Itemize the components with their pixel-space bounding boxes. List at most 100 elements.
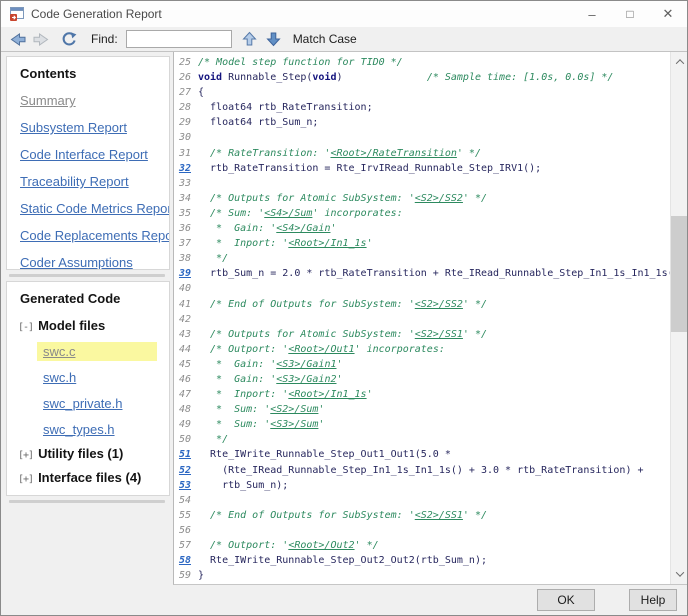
- scrollbar-thumb[interactable]: [671, 216, 687, 332]
- refresh-button[interactable]: [58, 29, 78, 49]
- line-number: 27: [174, 85, 198, 100]
- line-number-link[interactable]: 53: [174, 478, 198, 493]
- model-element-link[interactable]: <S3>/Gain1: [276, 359, 336, 370]
- line-number: 59: [174, 568, 198, 583]
- file-link-swc-h[interactable]: swc.h: [37, 368, 157, 387]
- match-case-toggle[interactable]: Match Case: [293, 32, 357, 46]
- expander-icon[interactable]: [-]: [18, 322, 33, 333]
- code-segment: ' */: [463, 510, 487, 521]
- model-element-link[interactable]: <S2>/SS1: [415, 510, 463, 521]
- code-segment: ': [337, 374, 343, 385]
- contents-link-code-interface-report[interactable]: Code Interface Report: [20, 147, 160, 162]
- code-segment: /* Outport: ': [198, 344, 288, 355]
- line-number-link[interactable]: 51: [174, 447, 198, 462]
- close-button[interactable]: ✕: [649, 1, 687, 27]
- model-element-link[interactable]: <Root>/In1_1s: [288, 389, 366, 400]
- code-segment: ': [367, 238, 373, 249]
- code-line-36: 36 * Gain: '<S4>/Gain': [174, 221, 687, 236]
- code-segment: /* Outputs for Atomic SubSystem: ': [198, 329, 415, 340]
- expander-icon[interactable]: [+]: [18, 474, 33, 485]
- line-number: 28: [174, 100, 198, 115]
- code-segment: ': [318, 404, 324, 415]
- model-element-link[interactable]: <S2>/SS2: [415, 193, 463, 204]
- tree-group-utility-files-1: [+]Utility files (1): [18, 446, 160, 461]
- model-element-link[interactable]: <Root>/Out1: [288, 344, 354, 355]
- contents-link-traceability-report[interactable]: Traceability Report: [20, 174, 160, 189]
- code-line-51: 51 Rte_IWrite_Runnable_Step_Out1_Out1(5.…: [174, 447, 687, 462]
- code-line-46: 46 * Gain: '<S3>/Gain2': [174, 372, 687, 387]
- code-line-50: 50 */: [174, 432, 687, 447]
- maximize-button[interactable]: □: [611, 1, 649, 27]
- line-number: 57: [174, 538, 198, 553]
- contents-link-summary[interactable]: Summary: [20, 93, 160, 108]
- ok-button[interactable]: OK: [537, 589, 595, 611]
- line-number-link[interactable]: 52: [174, 463, 198, 478]
- model-element-link[interactable]: <S4>/Sum: [264, 208, 312, 219]
- contents-link-code-replacements-report[interactable]: Code Replacements Report: [20, 228, 160, 243]
- file-link-swc-c[interactable]: swc.c: [37, 342, 157, 361]
- vertical-scrollbar[interactable]: [670, 52, 687, 584]
- code-segment: Rte_IWrite_Runnable_Step_Out2_Out2(rtb_S…: [198, 555, 487, 566]
- code-segment: ' */: [463, 193, 487, 204]
- line-number: 41: [174, 297, 198, 312]
- sidebar-splitter-bottom[interactable]: [9, 500, 165, 503]
- minimize-button[interactable]: –: [573, 1, 611, 27]
- code-line-26: 26void Runnable_Step(void) /* Sample tim…: [174, 70, 687, 85]
- code-segment: ': [337, 359, 343, 370]
- scroll-up-button[interactable]: [671, 54, 687, 70]
- code-segment: * Sum: ': [198, 419, 270, 430]
- contents-link-static-code-metrics-report[interactable]: Static Code Metrics Report: [20, 201, 160, 216]
- line-number-link[interactable]: 32: [174, 161, 198, 176]
- model-element-link[interactable]: <Root>/In1_1s: [288, 238, 366, 249]
- code-text: (Rte_IRead_Runnable_Step_In1_1s_In1_1s()…: [198, 463, 644, 478]
- expander-icon[interactable]: [+]: [18, 450, 33, 461]
- find-input[interactable]: [126, 30, 232, 48]
- code-line-41: 41 /* End of Outputs for SubSystem: '<S2…: [174, 297, 687, 312]
- code-segment: void: [312, 72, 336, 83]
- model-element-link[interactable]: <S3>/Gain2: [276, 374, 336, 385]
- code-segment: ': [367, 389, 373, 400]
- line-number: 30: [174, 130, 198, 145]
- code-line-33: 33: [174, 176, 687, 191]
- code-segment: * Sum: ': [198, 404, 270, 415]
- model-element-link[interactable]: <S4>/Gain: [276, 223, 330, 234]
- code-text: * Gain: '<S3>/Gain1': [198, 357, 343, 372]
- file-link-swc-types-h[interactable]: swc_types.h: [37, 420, 157, 439]
- code-text: Rte_IWrite_Runnable_Step_Out2_Out2(rtb_S…: [198, 553, 487, 568]
- file-link-swc-private-h[interactable]: swc_private.h: [37, 394, 157, 413]
- generated-code-tree: [-]Model filesswc.cswc.hswc_private.hswc…: [16, 318, 160, 496]
- line-number: 50: [174, 432, 198, 447]
- model-element-link[interactable]: <Root>/RateTransition: [330, 148, 456, 159]
- code-segment: }: [198, 570, 204, 581]
- model-element-link[interactable]: <S2>/SS1: [415, 329, 463, 340]
- model-element-link[interactable]: <S3>/Sum: [270, 419, 318, 430]
- code-generation-report-window: Code Generation Report – □ ✕ Find:: [0, 0, 688, 616]
- code-text: float64 rtb_RateTransition;: [198, 100, 373, 115]
- code-text: * Sum: '<S2>/Sum': [198, 402, 324, 417]
- back-button[interactable]: [8, 29, 28, 49]
- code-text: * Inport: '<Root>/In1_1s': [198, 236, 373, 251]
- model-element-link[interactable]: <Root>/Out2: [288, 540, 354, 551]
- code-text: float64 rtb_Sum_n;: [198, 115, 318, 130]
- help-button[interactable]: Help: [629, 589, 677, 611]
- line-number: 37: [174, 236, 198, 251]
- chevron-down-icon: [675, 568, 683, 576]
- code-text: }: [198, 568, 204, 583]
- find-next-button[interactable]: [265, 29, 283, 49]
- code-line-55: 55 /* End of Outputs for SubSystem: '<S2…: [174, 508, 687, 523]
- forward-button[interactable]: [31, 29, 51, 49]
- code-segment: ' */: [463, 329, 487, 340]
- code-text: * Gain: '<S4>/Gain': [198, 221, 337, 236]
- contents-link-coder-assumptions[interactable]: Coder Assumptions: [20, 255, 160, 270]
- line-number-link[interactable]: 39: [174, 266, 198, 281]
- find-previous-button[interactable]: [241, 29, 259, 49]
- find-toolbar: Find: Match Case: [1, 27, 687, 52]
- contents-link-subsystem-report[interactable]: Subsystem Report: [20, 120, 160, 135]
- refresh-icon: [60, 31, 77, 47]
- code-text: /* Outport: '<Root>/Out1' incorporates:: [198, 342, 445, 357]
- model-element-link[interactable]: <S2>/SS2: [415, 299, 463, 310]
- line-number-link[interactable]: 58: [174, 553, 198, 568]
- sidebar-splitter[interactable]: [9, 274, 165, 277]
- model-element-link[interactable]: <S2>/Sum: [270, 404, 318, 415]
- scroll-down-button[interactable]: [671, 566, 687, 582]
